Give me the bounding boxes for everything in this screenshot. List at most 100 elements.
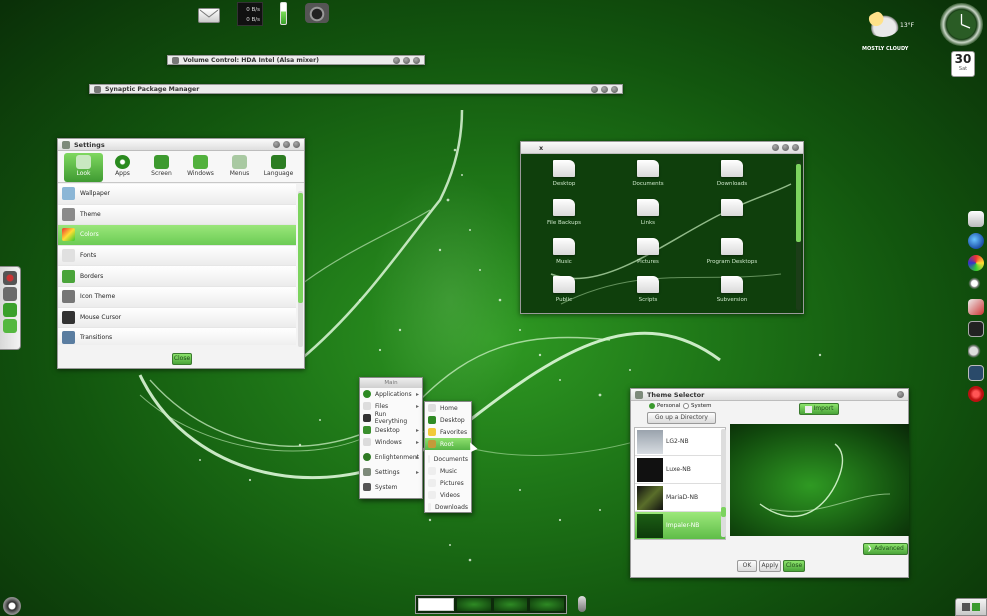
tab-windows[interactable]: Windows bbox=[181, 153, 220, 182]
system-monitor-icon[interactable] bbox=[968, 365, 984, 381]
folder-item[interactable]: Scripts bbox=[622, 276, 674, 303]
menu-item-windows[interactable]: Windows ▸ bbox=[360, 436, 422, 448]
maximize-button[interactable] bbox=[403, 56, 410, 64]
import-button[interactable]: Import bbox=[799, 403, 839, 415]
synaptic-window[interactable]: Synaptic Package Manager bbox=[89, 84, 623, 94]
menu-item-applications[interactable]: Applications ▸ bbox=[360, 388, 422, 400]
volume-control-window[interactable]: Volume Control: HDA Intel (Alsa mixer) bbox=[167, 55, 425, 65]
submenu-item-videos[interactable]: Videos bbox=[425, 489, 471, 501]
submenu-item-root[interactable]: Root bbox=[425, 438, 471, 450]
list-item[interactable]: Luxe-NB bbox=[635, 456, 725, 484]
minimize-button[interactable] bbox=[393, 56, 400, 64]
close-button[interactable] bbox=[293, 141, 300, 148]
shutdown-icon[interactable] bbox=[3, 271, 17, 285]
theme-selector-window[interactable]: Theme Selector Personal System Go up a D… bbox=[630, 388, 909, 578]
folder-item[interactable]: Subversion bbox=[706, 276, 758, 303]
settings-scrollbar[interactable] bbox=[298, 191, 303, 347]
submenu-item-music[interactable]: Music bbox=[425, 465, 471, 477]
maximize-button[interactable] bbox=[782, 144, 789, 151]
folder-item[interactable]: Desktop bbox=[538, 160, 590, 187]
list-item[interactable]: Borders bbox=[58, 266, 296, 287]
list-item[interactable]: MariaD-NB bbox=[635, 484, 725, 512]
tab-language[interactable]: Language bbox=[259, 153, 298, 182]
maximize-button[interactable] bbox=[283, 141, 290, 148]
folder-item[interactable]: Links bbox=[622, 199, 674, 226]
bluetooth-icon[interactable] bbox=[3, 303, 17, 317]
settings-window[interactable]: Settings Look Apps Screen Windows Menus … bbox=[57, 138, 305, 369]
folder-item[interactable]: Music bbox=[706, 199, 758, 220]
submenu-item-downloads[interactable]: Downloads bbox=[425, 501, 471, 513]
file-manager-titlebar[interactable]: x bbox=[521, 142, 803, 154]
theme-selector-titlebar[interactable]: Theme Selector bbox=[631, 389, 908, 401]
close-button[interactable] bbox=[611, 85, 618, 93]
close-button[interactable] bbox=[792, 144, 799, 151]
speaker-icon[interactable] bbox=[968, 343, 984, 359]
files-scrollbar[interactable] bbox=[796, 160, 801, 310]
ok-button[interactable]: OK bbox=[737, 560, 757, 572]
close-button[interactable] bbox=[413, 56, 420, 64]
minimize-button[interactable] bbox=[273, 141, 280, 148]
paint-palette-icon[interactable] bbox=[968, 255, 984, 271]
folder-item[interactable]: Downloads bbox=[706, 160, 758, 187]
menu-item-run-everything[interactable]: Run Everything bbox=[360, 411, 422, 425]
tray-display-icon[interactable] bbox=[972, 603, 980, 611]
folder-item[interactable]: Documents bbox=[622, 160, 674, 187]
search-icon[interactable] bbox=[968, 277, 984, 293]
settings-close-button[interactable]: Close bbox=[172, 353, 192, 365]
folder-item[interactable]: File Backups bbox=[538, 199, 590, 226]
list-item[interactable]: Colors bbox=[58, 225, 296, 246]
tab-apps[interactable]: Apps bbox=[103, 153, 142, 182]
image-viewer-icon[interactable] bbox=[968, 299, 984, 315]
list-item[interactable]: Icon Theme bbox=[58, 286, 296, 308]
settings-titlebar[interactable]: Settings bbox=[58, 139, 304, 151]
tab-menus[interactable]: Menus bbox=[220, 153, 259, 182]
theme-list-scrollbar[interactable] bbox=[721, 429, 726, 537]
file-manager-window[interactable]: x Desktop Documents Downloads File Backu… bbox=[520, 141, 804, 314]
desktop-4[interactable] bbox=[530, 598, 564, 611]
tab-look[interactable]: Look bbox=[64, 153, 103, 182]
menu-item-enlightenment[interactable]: Enlightenment ▸ bbox=[360, 451, 422, 463]
advanced-button[interactable]: ❯ Advanced bbox=[863, 543, 908, 555]
camera-icon[interactable] bbox=[305, 3, 329, 23]
maximize-button[interactable] bbox=[601, 85, 608, 93]
menu-item-settings[interactable]: Settings ▸ bbox=[360, 466, 422, 478]
mail-gadget[interactable] bbox=[198, 8, 220, 23]
radio-personal[interactable]: Personal bbox=[649, 403, 680, 409]
list-item[interactable]: LG2-NB bbox=[635, 428, 725, 456]
go-up-button[interactable]: Go up a Directory bbox=[647, 412, 716, 424]
theme-close-button[interactable]: Close bbox=[783, 560, 805, 572]
list-item[interactable]: Impaler-NB bbox=[635, 512, 725, 539]
desktop-2[interactable] bbox=[456, 598, 491, 611]
folder-item[interactable]: Pictures bbox=[622, 238, 674, 265]
radio-system[interactable]: System bbox=[683, 403, 712, 409]
menu-item-system[interactable]: System bbox=[360, 481, 422, 493]
start-button[interactable] bbox=[3, 597, 21, 615]
clock-icon[interactable] bbox=[940, 3, 983, 46]
file-manager-icon[interactable] bbox=[968, 211, 984, 227]
menu-item-desktop[interactable]: Desktop ▸ bbox=[360, 424, 422, 436]
calendar-gadget[interactable]: 30 Sat bbox=[951, 51, 975, 77]
list-item[interactable]: Fonts bbox=[58, 245, 296, 267]
web-browser-icon[interactable] bbox=[968, 233, 984, 249]
list-item[interactable]: Mouse Cursor bbox=[58, 307, 296, 329]
tray-network-icon[interactable] bbox=[962, 603, 970, 611]
tab-screen[interactable]: Screen bbox=[142, 153, 181, 182]
power-icon[interactable] bbox=[968, 386, 984, 402]
apply-button[interactable]: Apply bbox=[759, 560, 781, 572]
terminal-icon[interactable] bbox=[968, 321, 984, 337]
folder-item[interactable]: Public bbox=[538, 276, 590, 303]
close-button[interactable] bbox=[897, 391, 904, 398]
minimize-button[interactable] bbox=[772, 144, 779, 151]
submenu-item-documents[interactable]: Documents bbox=[425, 453, 471, 465]
submenu-item-favorites[interactable]: Favorites bbox=[425, 426, 471, 438]
list-item[interactable]: Wallpaper bbox=[58, 184, 296, 205]
battery-icon[interactable] bbox=[280, 2, 287, 25]
folder-item[interactable]: Program Desktops bbox=[706, 238, 758, 265]
weather-gadget[interactable]: 13°F MOSTLY CLOUDY bbox=[858, 8, 916, 54]
tools-icon[interactable] bbox=[3, 287, 17, 301]
minimize-button[interactable] bbox=[591, 85, 598, 93]
folder-item[interactable]: Music bbox=[538, 238, 590, 265]
submenu-item-home[interactable]: Home bbox=[425, 402, 471, 414]
microphone-icon[interactable] bbox=[578, 596, 586, 612]
list-item[interactable]: Transitions bbox=[58, 328, 296, 345]
